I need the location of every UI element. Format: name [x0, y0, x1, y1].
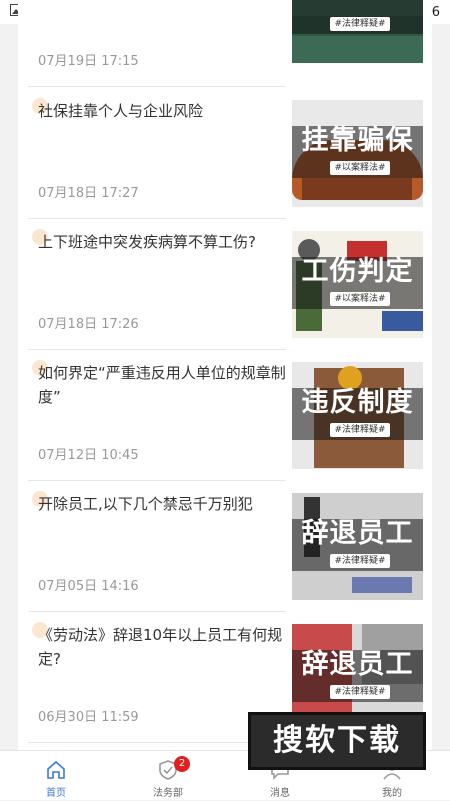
thumbnail-caption: 工伤判定 [301, 256, 414, 287]
article-thumbnail[interactable]: 工伤判定 #以案释法# [292, 231, 423, 338]
article-thumbnail[interactable]: #法律释疑# [292, 0, 423, 63]
thumbnail-caption: 辞退员工 [301, 649, 414, 680]
tab-label: 法务部 [153, 788, 183, 799]
article-title: 如何界定“严重违反用人单位的规章制度” [38, 364, 286, 406]
article-item[interactable]: 07月19日 17:15 #法律释疑# [18, 0, 432, 87]
article-time: 06月30日 11:59 [38, 710, 139, 725]
tab-legal-department[interactable]: 2 法务部 [112, 751, 224, 801]
article-thumbnail[interactable]: 辞退员工 #法律释疑# [292, 493, 423, 600]
thumbnail-tag: #法律释疑# [330, 423, 390, 437]
thumbnail-tag: #法律释疑# [330, 17, 390, 31]
notification-badge: 2 [174, 756, 190, 772]
article-thumbnail[interactable]: 挂靠骗保 #以案释法# [292, 100, 423, 207]
article-time: 07月19日 17:15 [38, 54, 139, 69]
article-title: 开除员工,以下几个禁忌千万别犯 [38, 495, 253, 513]
thumbnail-caption: 违反制度 [301, 387, 414, 418]
article-title: 上下班途中突发疾病算不算工伤? [38, 233, 256, 251]
article-item[interactable]: 开除员工,以下几个禁忌千万别犯 07月05日 14:16 辞退员工 #法律释疑# [18, 481, 432, 612]
article-time: 07月12日 10:45 [38, 448, 139, 463]
article-title: 社保挂靠个人与企业风险 [38, 102, 204, 120]
tab-home[interactable]: 首页 [0, 751, 112, 801]
thumbnail-tag: #以案释法# [330, 161, 390, 175]
article-item[interactable]: 如何界定“严重违反用人单位的规章制度” 07月12日 10:45 违反制度 #法… [18, 350, 432, 481]
thumbnail-tag: #法律释疑# [330, 685, 390, 699]
article-time: 07月05日 14:16 [38, 579, 139, 594]
watermark-logo: 搜软下载 [248, 712, 426, 770]
article-item[interactable]: 上下班途中突发疾病算不算工伤? 07月18日 17:26 工伤判定 #以案释法# [18, 219, 432, 350]
article-item[interactable]: 社保挂靠个人与企业风险 07月18日 17:27 挂靠骗保 #以案释法# [18, 88, 432, 219]
thumbnail-tag: #以案释法# [330, 292, 390, 306]
thumbnail-tag: #法律释疑# [330, 554, 390, 568]
tab-label: 首页 [46, 788, 66, 799]
home-icon [44, 758, 68, 782]
thumbnail-caption: 挂靠骗保 [301, 125, 414, 156]
article-time: 07月18日 17:26 [38, 317, 139, 332]
article-thumbnail[interactable]: 违反制度 #法律释疑# [292, 362, 423, 469]
thumbnail-caption: 辞退员工 [301, 518, 414, 549]
divider [28, 86, 286, 87]
tab-label: 消息 [270, 788, 290, 799]
tab-label: 我的 [382, 788, 402, 799]
article-feed[interactable]: 07月19日 17:15 #法律释疑# 社保挂靠个人与企业风险 07月18日 1… [18, 0, 432, 750]
article-title: 《劳动法》辞退10年以上员工有何规定? [38, 626, 283, 668]
article-time: 07月18日 17:27 [38, 186, 139, 201]
